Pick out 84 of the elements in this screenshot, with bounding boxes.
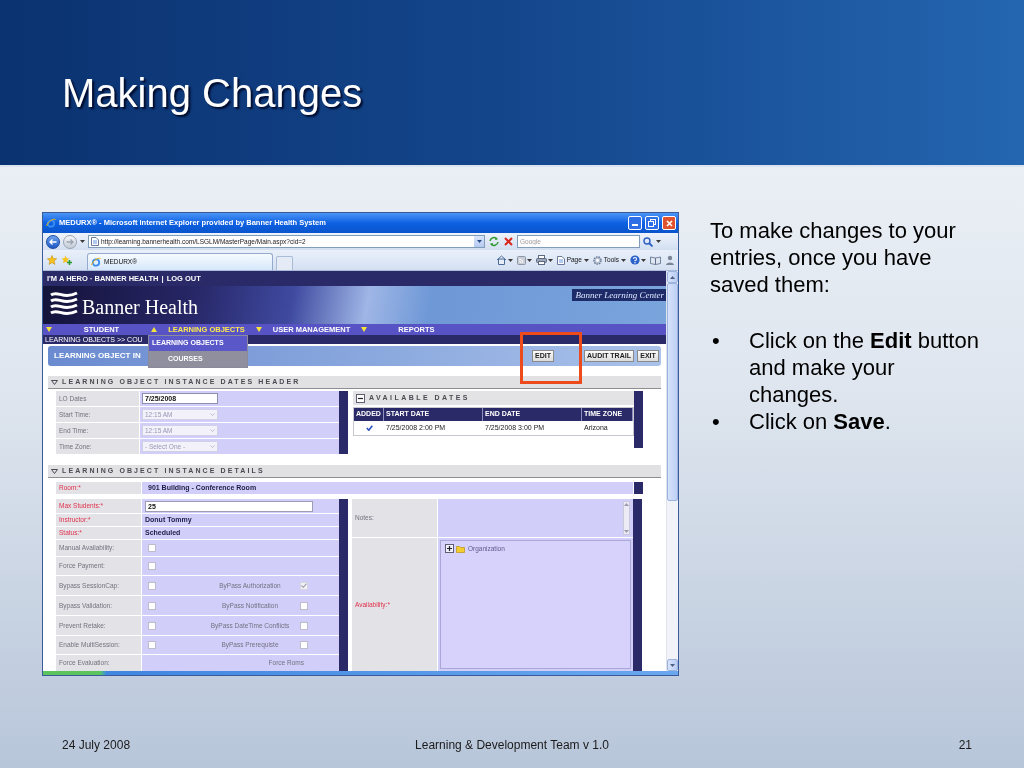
search-icon[interactable] (643, 236, 653, 247)
minimize-icon (632, 224, 638, 226)
panel-side-bar (339, 391, 348, 454)
triangle-up-icon (151, 327, 157, 332)
caret-up-icon (624, 503, 629, 506)
house-icon (495, 255, 507, 265)
checkbox[interactable] (148, 544, 156, 552)
caret-icon (583, 258, 589, 262)
browser-logo-icon (91, 257, 101, 267)
expand-icon[interactable] (445, 544, 454, 554)
caret-icon (547, 258, 553, 262)
chevron-down-icon (210, 445, 215, 448)
caret-icon (476, 240, 482, 243)
slide-title: Making Changes (62, 70, 363, 116)
feed-icon (516, 255, 526, 265)
refresh-icon[interactable] (488, 236, 500, 247)
scrollbar-thumb[interactable] (667, 283, 678, 501)
help-icon (630, 255, 640, 265)
scroll-up-button[interactable] (667, 271, 678, 283)
arrow-right-icon (66, 238, 74, 245)
star-icon[interactable] (47, 255, 57, 265)
address-dropdown-button[interactable] (474, 236, 484, 247)
checkbox[interactable] (148, 601, 156, 610)
caret-icon (670, 663, 675, 667)
restore-icon (648, 219, 656, 227)
page-icon (91, 237, 99, 246)
checkbox[interactable] (148, 562, 156, 570)
caret-up-icon (670, 275, 675, 279)
star-plus-icon[interactable] (61, 255, 72, 265)
bullet-text: Click on the Edit button and make your changes. (749, 327, 980, 408)
checkbox[interactable] (148, 581, 156, 590)
check-icon (301, 583, 307, 588)
gear-icon (592, 255, 602, 265)
close-button[interactable] (662, 216, 676, 230)
caret-icon (621, 258, 626, 262)
triangle-down-icon[interactable] (51, 379, 58, 385)
checkbox[interactable] (148, 641, 156, 649)
intro-paragraph: To make changes to your entries, once you have saved them: (710, 217, 957, 298)
caret-icon (526, 258, 532, 262)
product-name: Banner Learning Center (571, 289, 666, 301)
caret-icon (507, 258, 513, 262)
chevron-down-icon (210, 429, 215, 432)
close-icon (665, 219, 673, 227)
arrow-left-icon (49, 238, 57, 245)
caret-icon (656, 240, 661, 243)
triangle-down-icon[interactable] (51, 468, 58, 474)
chevron-down-icon (210, 413, 215, 416)
bullet-text: Click on Save. (749, 408, 892, 435)
footer-date: 24 July 2008 (62, 738, 131, 752)
footer-text: Learning & Development Team v 1.0 (415, 738, 609, 752)
bullet-marker: • (712, 328, 720, 353)
checkbox[interactable] (300, 641, 308, 649)
bullet-marker: • (712, 409, 720, 434)
caret-icon (80, 240, 85, 243)
caret-icon (624, 530, 629, 533)
help-button[interactable] (630, 255, 646, 265)
minimize-button[interactable] (628, 216, 642, 230)
back-button[interactable] (46, 234, 60, 249)
scroll-down-button[interactable] (667, 659, 678, 671)
collapse-icon[interactable] (356, 393, 365, 403)
triangle-down-icon (46, 327, 52, 332)
panel-side-bar (634, 391, 643, 448)
triangle-down-icon (361, 327, 367, 332)
checkbox[interactable] (300, 621, 308, 630)
logo-text: Banner Health (82, 296, 199, 318)
person-icon[interactable] (665, 255, 675, 265)
triangle-down-icon (256, 327, 262, 332)
book-icon[interactable] (650, 255, 661, 265)
page-icon (556, 255, 565, 265)
panel-side-bar (634, 482, 643, 494)
stop-icon[interactable] (503, 236, 514, 247)
browser-logo-icon (46, 218, 56, 228)
notes-field[interactable] (438, 499, 633, 537)
print-button[interactable] (535, 255, 553, 265)
feeds-button[interactable] (516, 255, 532, 265)
printer-icon (535, 255, 547, 265)
restore-button[interactable] (645, 216, 659, 230)
caret-icon (641, 258, 646, 262)
waving-stripes-logo-icon (49, 290, 79, 318)
page-title: LEARNING OBJECT IN (54, 350, 141, 362)
checkbox[interactable] (148, 621, 156, 630)
page-number: 21 (958, 737, 972, 754)
checkbox[interactable] (300, 601, 308, 610)
home-button[interactable] (495, 255, 513, 265)
